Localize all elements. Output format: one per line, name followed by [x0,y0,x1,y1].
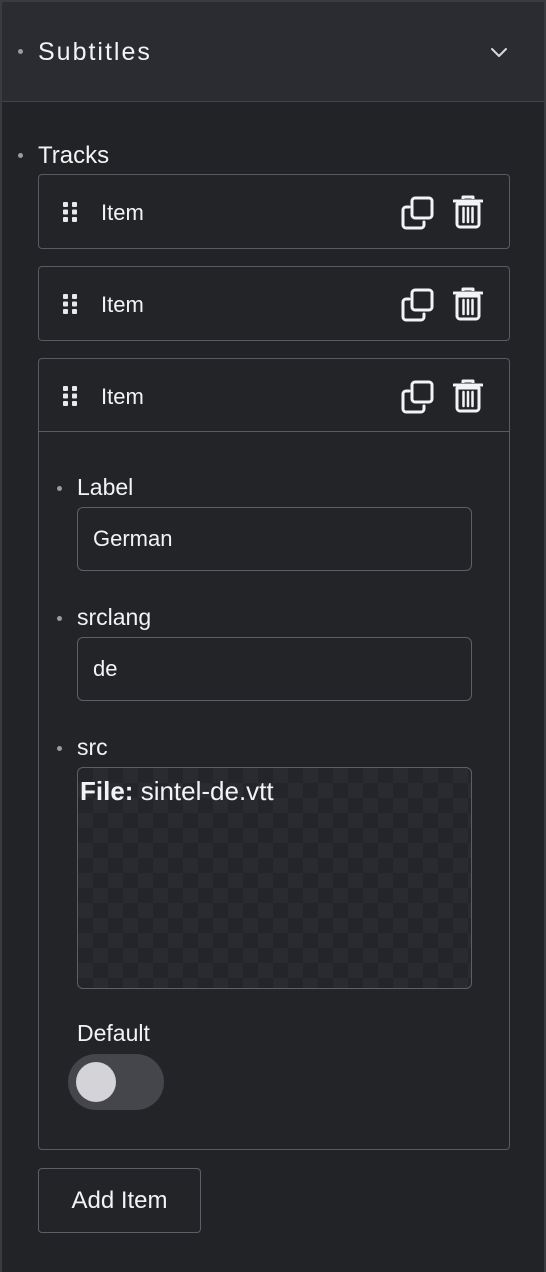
file-info: File: sintel-de.vtt [80,776,274,807]
label-field-label: Label [77,474,134,500]
duplicate-icon[interactable] [401,288,435,322]
item-label: Item [101,384,144,409]
item-label: Item [101,200,144,225]
srclang-field-label: srclang [77,604,152,630]
bullet [57,746,62,751]
src-field-label: src [77,734,108,760]
subtitles-panel: Subtitles Tracks Item Item Item Label Ge… [0,0,546,1272]
bullet [18,49,23,54]
drag-handle-icon[interactable] [63,294,77,314]
panel-title: Subtitles [38,38,152,66]
item-header[interactable]: Item [39,267,509,340]
tracks-label: Tracks [38,142,110,169]
file-name: sintel-de.vtt [140,776,274,806]
default-toggle[interactable] [68,1054,164,1110]
item-header[interactable]: Item [39,175,509,248]
add-item-button[interactable]: Add Item [38,1168,201,1233]
duplicate-icon[interactable] [401,196,435,230]
item-label: Item [101,292,144,317]
file-dropzone[interactable]: File: sintel-de.vtt [77,767,472,989]
track-item[interactable]: Item [38,266,510,341]
bullet [57,486,62,491]
default-field-label: Default [77,1020,150,1046]
item-header[interactable]: Item [39,359,509,432]
file-prefix: File: [80,776,134,806]
duplicate-icon[interactable] [401,380,435,414]
track-item-expanded: Item Label German srclang de src File: s… [38,358,510,1150]
panel-header[interactable]: Subtitles [2,2,544,102]
srclang-input[interactable]: de [77,637,472,701]
trash-icon[interactable] [453,287,483,321]
bullet [18,153,23,158]
chevron-down-icon[interactable] [488,42,510,64]
toggle-knob [76,1062,116,1102]
label-input[interactable]: German [77,507,472,571]
track-item[interactable]: Item [38,174,510,249]
trash-icon[interactable] [453,195,483,229]
drag-handle-icon[interactable] [63,202,77,222]
drag-handle-icon[interactable] [63,386,77,406]
trash-icon[interactable] [453,379,483,413]
bullet [57,616,62,621]
